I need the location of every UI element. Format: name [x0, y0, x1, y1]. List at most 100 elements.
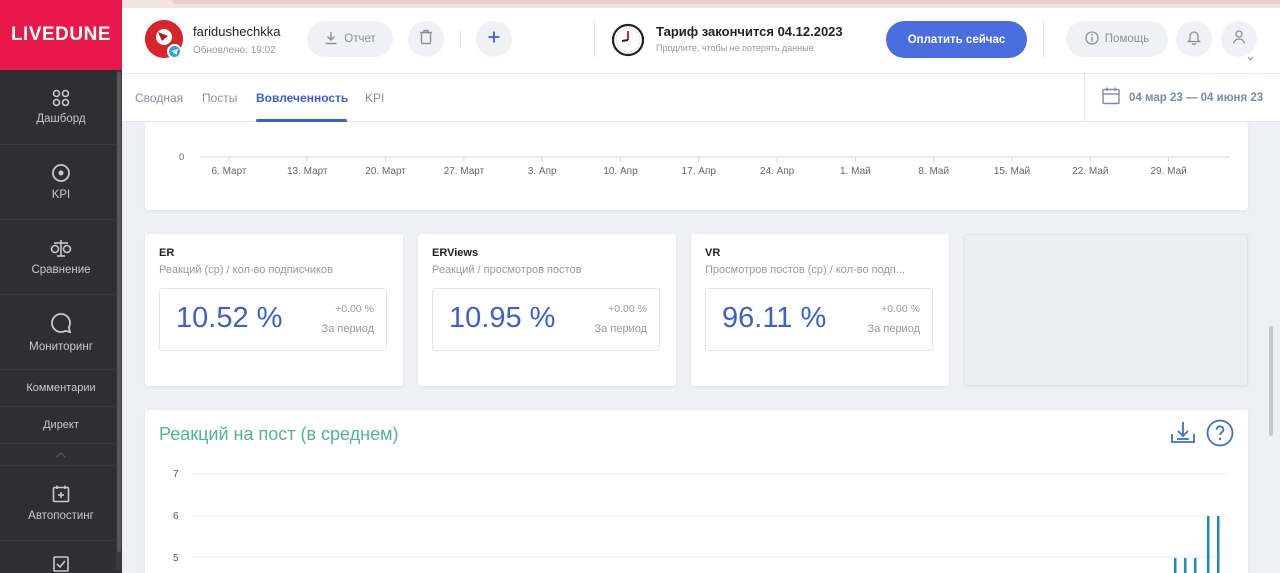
report-button[interactable]: Отчет — [307, 21, 393, 57]
x-tick-label: 22. Май — [1072, 166, 1108, 177]
trash-icon — [419, 29, 433, 50]
metric-value: 10.52 % — [176, 302, 283, 334]
metric-title: ER — [159, 247, 175, 259]
tab-engagement[interactable]: Вовлеченность — [256, 91, 348, 105]
scales-icon — [50, 238, 72, 261]
metric-delta: +0.00 % — [335, 303, 374, 315]
section-tabs: Сводная Посты Вовлеченность KPI 04 мар 2… — [122, 74, 1280, 122]
sidebar-item-direct[interactable]: Директ — [0, 407, 122, 444]
metric-title: VR — [705, 247, 721, 259]
metric-value-box: 10.95 % +0.00 % За период — [432, 288, 660, 351]
reactions-chart-card: Реакций на пост (в среднем) 7 6 5 — [145, 410, 1248, 573]
metric-period: За период — [867, 323, 920, 335]
chart-bar — [1217, 516, 1220, 573]
x-tick-label: 6. Март — [211, 166, 246, 177]
chevron-down-icon — [1247, 48, 1254, 66]
metric-subtitle: Реакций / просмотров постов — [432, 264, 582, 276]
metric-value-box: 10.52 % +0.00 % За период — [159, 288, 387, 351]
date-range-label: 04 мар 23 — 04 июня 23 — [1129, 92, 1264, 104]
reactions-chart-plot: 7 6 5 — [173, 469, 1229, 573]
metric-card-erviews: ERViews Реакций / просмотров постов 10.9… — [418, 234, 676, 386]
x-tick-label: 24. Апр — [760, 166, 795, 177]
metric-subtitle: Реакций (ср) / кол-во подписчиков — [159, 264, 333, 276]
metric-value-box: 96.11 % +0.00 % За период — [705, 288, 933, 351]
y-tick-label: 7 — [173, 469, 179, 480]
browser-top-bar — [172, 0, 1280, 4]
account-updated: Обновлено: 19:02 — [193, 45, 276, 56]
x-tick-label: 17. Апр — [682, 166, 717, 177]
sidebar-item-label: Мониторинг — [29, 341, 93, 353]
account-name[interactable]: faridushechkka — [193, 24, 280, 39]
telegram-badge-icon — [167, 44, 182, 59]
header-divider — [460, 30, 461, 48]
header-divider — [1043, 20, 1044, 58]
sidebar-item-autoposting[interactable]: Автопостинг — [0, 466, 122, 541]
x-tick-label: 27. Март — [444, 166, 485, 177]
date-range-picker[interactable]: 04 мар 23 — 04 июня 23 — [1084, 74, 1280, 122]
tab-posts[interactable]: Посты — [202, 91, 237, 105]
metric-delta: +0.00 % — [881, 303, 920, 315]
user-icon — [1231, 29, 1247, 50]
page-scrollbar-thumb[interactable] — [1269, 326, 1273, 436]
empty-metric-placeholder — [964, 234, 1248, 386]
y-zero-label: 0 — [179, 152, 184, 163]
previous-chart-axis-card: 0 6. Март 13. Март 20. Март 27. Март 3. Апр 1… — [145, 122, 1248, 210]
download-icon — [324, 31, 338, 48]
sidebar-item-comments[interactable]: Комментарии — [0, 370, 122, 407]
x-tick-label: 15. Май — [994, 166, 1030, 177]
metric-delta: +0.00 % — [608, 303, 647, 315]
chart-bar — [1194, 558, 1197, 573]
y-tick-label: 6 — [173, 511, 179, 522]
info-icon — [1085, 30, 1099, 48]
add-account-button[interactable] — [476, 21, 512, 57]
plus-icon — [487, 30, 501, 49]
metric-value: 96.11 % — [722, 302, 827, 334]
sidebar-item-monitoring[interactable]: Мониторинг — [0, 295, 122, 370]
page-scrollbar[interactable] — [1268, 122, 1274, 573]
tariff-title: Тариф закончится 04.12.2023 — [656, 24, 843, 39]
sidebar-scrollbar-thumb[interactable] — [117, 72, 121, 552]
sidebar-item-label: Сравнение — [31, 264, 91, 276]
previous-chart-axis: 0 6. Март 13. Март 20. Март 27. Март 3. Апр 1… — [179, 152, 1230, 177]
metric-value: 10.95 % — [449, 302, 556, 334]
sidebar-item-label: KPI — [51, 189, 71, 201]
target-icon — [51, 163, 71, 186]
delete-button[interactable] — [408, 21, 444, 57]
sidebar-item-dashboard[interactable]: Дашборд — [0, 70, 122, 145]
metric-period: За период — [594, 323, 647, 335]
brand-name: LIVEDUNE — [10, 24, 112, 45]
metric-card-vr: VR Просмотров постов (ср) / кол-во подп.… — [691, 234, 949, 386]
metric-period: За период — [321, 323, 374, 335]
help-button[interactable]: Помощь — [1066, 21, 1168, 57]
metric-card-er: ER Реакций (ср) / кол-во подписчиков 10.… — [145, 234, 403, 386]
bell-icon — [1186, 29, 1202, 50]
calendar-icon — [1101, 86, 1121, 111]
sidebar-item-label: Директ — [43, 419, 79, 431]
tab-summary[interactable]: Сводная — [135, 91, 183, 105]
sidebar-item-label: Комментарии — [26, 382, 96, 394]
report-label: Отчет — [344, 33, 376, 45]
help-label: Помощь — [1104, 33, 1150, 45]
checkbox-icon — [52, 555, 70, 573]
x-tick-label: 29. Май — [1150, 166, 1186, 177]
chevron-up-icon — [56, 449, 66, 461]
sidebar-item-compare[interactable]: Сравнение — [0, 220, 122, 295]
chart-bars — [1174, 516, 1220, 573]
sidebar-item-tasks[interactable] — [0, 541, 122, 573]
dashboard-icon — [52, 89, 70, 110]
pay-now-button[interactable]: Оплатить сейчас — [886, 21, 1027, 58]
sidebar: LIVEDUNE Дашборд KPI Сравнение Мониторин… — [0, 0, 122, 573]
brand-logo[interactable]: LIVEDUNE — [0, 0, 122, 70]
sidebar-scrollbar[interactable] — [116, 70, 122, 570]
metric-title: ERViews — [432, 247, 479, 259]
x-tick-label: 10. Апр — [603, 166, 638, 177]
y-tick-label: 5 — [173, 553, 179, 564]
sidebar-item-kpi[interactable]: KPI — [0, 145, 122, 220]
x-tick-label: 8. Май — [918, 166, 949, 177]
chart-bar — [1207, 516, 1210, 573]
sidebar-collapse-toggle[interactable] — [0, 444, 122, 466]
x-tick-label: 13. Март — [287, 166, 328, 177]
notifications-button[interactable] — [1176, 21, 1212, 57]
tab-kpi[interactable]: KPI — [365, 91, 384, 105]
chart-bar — [1174, 558, 1177, 573]
